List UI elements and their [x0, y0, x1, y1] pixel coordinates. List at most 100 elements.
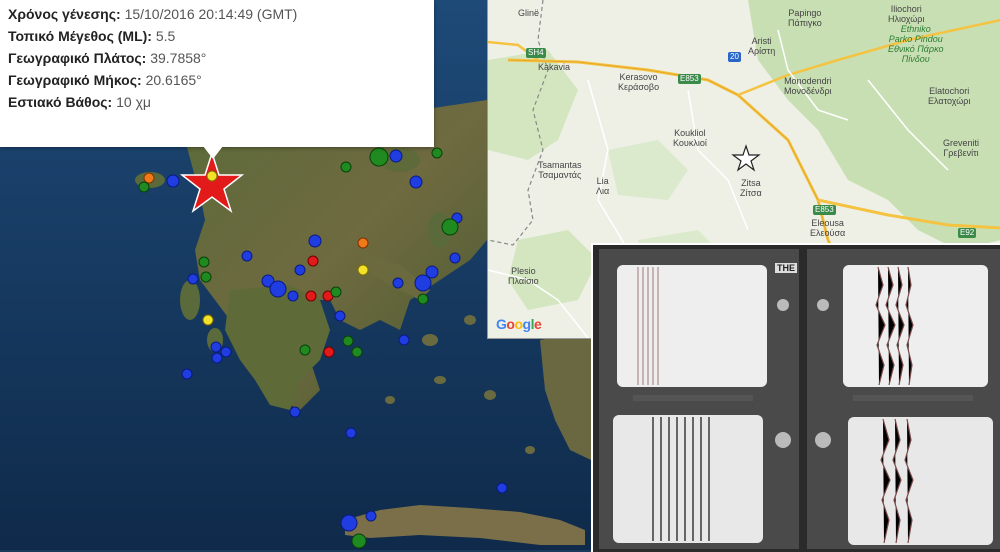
magnitude-row: Τοπικό Μέγεθος (ML): 5.5 — [8, 25, 426, 47]
marker-blue[interactable] — [211, 352, 223, 364]
place-name-latin: Aristi — [751, 36, 772, 46]
marker-blue[interactable] — [210, 341, 222, 353]
place-name-greek: Ηλιοχώρι — [888, 14, 925, 24]
place-name-latin: Papingo — [788, 8, 822, 18]
marker-green[interactable] — [330, 286, 342, 298]
depth-row: Εστιακό Βάθος: 10 χμ — [8, 91, 426, 113]
place-name-greek: Κεράσοβο — [618, 82, 660, 92]
marker-orange[interactable] — [143, 172, 155, 184]
place-name-greek: Ζίτσα — [740, 188, 762, 198]
place-monodendri: Monodendri Μονοδένδρι — [784, 76, 832, 96]
marker-blue[interactable] — [334, 310, 346, 322]
marker-blue[interactable] — [409, 175, 423, 189]
marker-blue[interactable] — [287, 290, 299, 302]
place-name-greek: Ελατοχώρι — [928, 96, 971, 106]
marker-blue[interactable] — [392, 277, 404, 289]
place-lia: Lia Λια — [596, 176, 609, 196]
marker-green[interactable] — [342, 335, 354, 347]
marker-green[interactable] — [417, 293, 429, 305]
place-name-latin: Zitsa — [741, 178, 761, 188]
marker-blue[interactable] — [269, 280, 287, 298]
google-logo[interactable]: Google — [496, 316, 542, 332]
marker-green[interactable] — [351, 346, 363, 358]
road-shield-e853-south: E853 — [813, 205, 836, 215]
place-gline: Glinë — [518, 8, 540, 18]
marker-blue[interactable] — [308, 234, 322, 248]
place-name-greek: Πλαίσιο — [508, 276, 539, 286]
place-name-latin: Lia — [596, 176, 609, 186]
magnitude-value: 5.5 — [155, 28, 176, 44]
place-name-latin: Iliochori — [890, 4, 922, 14]
place-plesio: Plesio Πλαίσιο — [508, 266, 539, 286]
marker-blue[interactable] — [340, 514, 358, 532]
park-line-1: Ethniko — [900, 24, 931, 34]
road-shield-20: 20 — [728, 52, 741, 62]
depth-label: Εστιακό Βάθος: — [8, 94, 113, 110]
marker-orange[interactable] — [357, 237, 369, 249]
place-name-greek: Γρεβενίτι — [943, 148, 979, 158]
place-elatochori: Elatochori Ελατοχώρι — [928, 86, 970, 106]
place-name-greek: Μονοδένδρι — [784, 86, 832, 96]
marker-red[interactable] — [305, 290, 317, 302]
marker-blue[interactable] — [414, 274, 432, 292]
earthquake-info-popup: Χρόνος γένεσης: 15/10/2016 20:14:49 (GMT… — [0, 0, 434, 147]
google-letter: e — [533, 316, 542, 332]
marker-blue[interactable] — [241, 250, 253, 262]
latitude-label: Γεωγραφικό Πλάτος: — [8, 50, 147, 66]
marker-blue[interactable] — [166, 174, 180, 188]
marker-blue[interactable] — [389, 149, 403, 163]
place-kerasovo: Kerasovo Κεράσοβο — [618, 72, 659, 92]
place-name-greek: Τσαμαντάς — [538, 170, 582, 180]
marker-blue[interactable] — [345, 427, 357, 439]
marker-blue[interactable] — [289, 406, 301, 418]
park-line-4: Πίνδου — [901, 54, 930, 64]
marker-green[interactable] — [198, 256, 210, 268]
google-letter: G — [496, 316, 507, 332]
marker-green[interactable] — [351, 533, 367, 549]
place-name-latin: Greveniti — [943, 138, 980, 148]
marker-blue[interactable] — [187, 273, 199, 285]
place-tsamantas: Tsamantas Τσαμαντάς — [538, 160, 582, 180]
place-name-latin: Elatochori — [929, 86, 970, 96]
origin-time-value: 15/10/2016 20:14:49 (GMT) — [124, 6, 298, 22]
place-name-greek: Ελεούσα — [810, 228, 846, 238]
latitude-value: 39.7858° — [150, 50, 207, 66]
place-iliochori: Iliochori Ηλιοχώρι — [888, 4, 924, 24]
marker-green[interactable] — [431, 147, 443, 159]
marker-green[interactable] — [299, 344, 311, 356]
place-greveniti: Greveniti Γρεβενίτι — [943, 138, 979, 158]
origin-time-row: Χρόνος γένεσης: 15/10/2016 20:14:49 (GMT… — [8, 3, 426, 25]
marker-green[interactable] — [138, 181, 150, 193]
marker-green[interactable] — [441, 218, 459, 236]
marker-blue[interactable] — [398, 334, 410, 346]
marker-blue[interactable] — [496, 482, 508, 494]
marker-green[interactable] — [369, 147, 389, 167]
place-koukliol: Koukliol Κουκλιοί — [673, 128, 707, 148]
place-name-latin: Monodendri — [784, 76, 832, 86]
depth-value: 10 χμ — [116, 94, 152, 110]
marker-yellow[interactable] — [357, 264, 369, 276]
longitude-value: 20.6165° — [145, 72, 202, 88]
place-aristi: Aristi Αρίστη — [748, 36, 775, 56]
latitude-row: Γεωγραφικό Πλάτος: 39.7858° — [8, 47, 426, 69]
marker-blue[interactable] — [181, 368, 193, 380]
place-name-latin: Plesio — [511, 266, 536, 276]
marker-blue[interactable] — [449, 252, 461, 264]
place-name-greek: Κουκλιοί — [673, 138, 707, 148]
marker-yellow[interactable] — [202, 314, 214, 326]
marker-blue[interactable] — [365, 510, 377, 522]
marker-red[interactable] — [307, 255, 319, 267]
marker-blue[interactable] — [220, 346, 232, 358]
park-line-3: Εθνικό Πάρκο — [888, 44, 944, 54]
longitude-row: Γεωγραφικό Μήκος: 20.6165° — [8, 69, 426, 91]
marker-red[interactable] — [323, 346, 335, 358]
marker-green[interactable] — [200, 271, 212, 283]
place-kakavia: Kakavia — [538, 62, 571, 72]
place-name-greek: Πάπιγκο — [788, 18, 822, 28]
seismograph-photo: THE — [591, 243, 1000, 552]
marker-blue[interactable] — [294, 264, 306, 276]
place-papingo: Papingo Πάπιγκο — [788, 8, 822, 28]
place-name-greek: Λια — [596, 186, 610, 196]
marker-green[interactable] — [340, 161, 352, 173]
popup-tail — [203, 146, 223, 159]
